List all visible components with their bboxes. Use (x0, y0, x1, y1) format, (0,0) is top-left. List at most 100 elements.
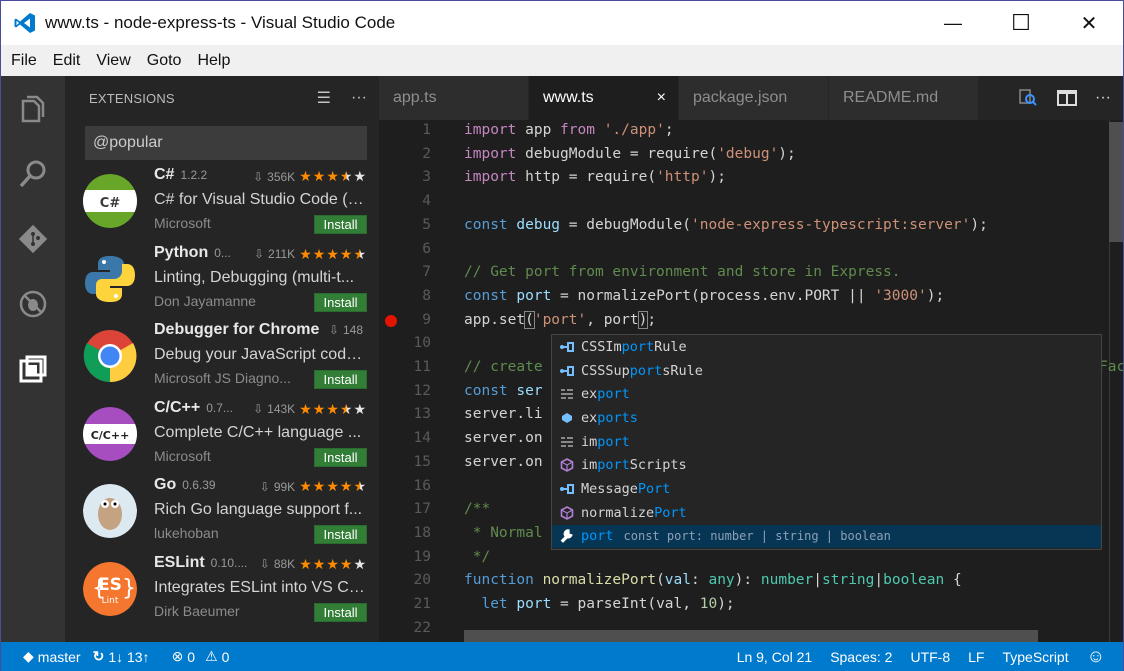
code-line[interactable]: 5 const debug = debugModule('node-express… (379, 214, 1109, 238)
suggestion-item[interactable]: importScripts (552, 453, 1101, 477)
activity-debug[interactable] (1, 271, 65, 336)
star-full-icon: ★ (339, 245, 354, 262)
label-match: port (621, 338, 655, 355)
star-full-icon: ★ (326, 555, 340, 572)
code-line[interactable]: 1 import app from './app'; (379, 120, 1109, 143)
install-button[interactable]: Install (314, 370, 367, 389)
menu-file[interactable]: File (3, 52, 45, 70)
maximize-button[interactable]: ☐ (987, 1, 1055, 45)
code-line[interactable]: 2 import debugModule = require('debug'); (379, 143, 1109, 167)
code-line[interactable]: 20 function normalizePort(val: any): numb… (379, 569, 1109, 593)
line-number: 21 (413, 596, 431, 612)
more-actions-icon[interactable]: ··· (351, 89, 367, 107)
code-token: ): (734, 572, 761, 589)
menu-help[interactable]: Help (189, 52, 238, 70)
suggestion-item[interactable]: CSSImportRule (552, 335, 1101, 359)
language-mode[interactable]: TypeScript (1002, 649, 1068, 665)
code-line[interactable]: 4 (379, 190, 1109, 214)
install-button[interactable]: Install (314, 447, 367, 467)
cursor-position[interactable]: Ln 9, Col 21 (737, 649, 813, 665)
tab-www-ts[interactable]: www.ts × (529, 76, 679, 120)
code-text: import http = require('http'); (464, 166, 726, 190)
suggestion-item[interactable]: export (552, 382, 1101, 406)
extension-name: C/C++ (154, 398, 201, 416)
download-count: 211K (268, 247, 296, 261)
extension-name: C# (154, 166, 175, 183)
vertical-scrollbar[interactable] (1109, 120, 1123, 642)
code-line[interactable]: 8 const port = normalizePort(process.env.… (379, 285, 1109, 309)
extension-item[interactable]: Go 0.6.39 ⇩ 99K ★★★★★ Rich Go language s… (65, 474, 379, 552)
encoding[interactable]: UTF-8 (910, 649, 950, 665)
code-line[interactable]: 21 let port = parseInt(val, 10); (379, 593, 1109, 617)
rating-stars: ★★★★★ (299, 246, 367, 263)
code-token: ); (926, 287, 945, 304)
code-line[interactable]: 3 import http = require('http'); (379, 166, 1109, 190)
extension-logo: ES Lint{} (83, 561, 137, 616)
extension-item[interactable]: ES Lint{} ESLint 0.10.... ⇩ 88K ★★★★★ Int… (65, 552, 379, 630)
problems-status[interactable]: ⊗ 0 ⚠ 0 (172, 648, 230, 665)
split-editor-icon[interactable] (1057, 89, 1078, 107)
extension-item[interactable]: C# C# 1.2.2 ⇩ 356K ★★★★★ C# for Visual S… (65, 164, 379, 242)
code-text: import app from './app'; (464, 120, 674, 143)
tab-package-json[interactable]: package.json (679, 76, 829, 120)
error-count: 0 (187, 648, 196, 665)
menu-goto[interactable]: Goto (139, 52, 190, 70)
install-button[interactable]: Install (314, 215, 367, 234)
end-of-line[interactable]: LF (968, 649, 984, 665)
code-token: ; (664, 122, 674, 138)
code-line[interactable]: 22 (379, 617, 1109, 641)
close-window-button[interactable]: ✕ (1055, 1, 1123, 45)
minimize-button[interactable]: — (919, 1, 987, 45)
svg-text:C#: C# (100, 196, 121, 211)
label-match: Port (654, 504, 687, 521)
menu-view[interactable]: View (88, 52, 138, 70)
open-changes-icon[interactable] (1017, 87, 1039, 109)
extension-logo: C# (83, 174, 137, 228)
code-line[interactable]: 6 (379, 238, 1109, 262)
extension-item[interactable]: C/C++ C/C++ 0.7... ⇩ 143K ★★★★★ Complete… (65, 397, 379, 475)
install-button[interactable]: Install (314, 525, 367, 544)
label-prefix: Message (581, 480, 638, 497)
scrollbar-thumb[interactable] (1109, 122, 1123, 242)
code-token: = debugModule( (560, 216, 691, 233)
install-button[interactable]: Install (314, 602, 367, 622)
install-button[interactable]: Install (314, 292, 367, 312)
close-tab-icon[interactable]: × (657, 89, 666, 107)
suggestion-item[interactable]: normalizePort (552, 501, 1101, 525)
suggestion-item[interactable]: MessagePort (552, 477, 1101, 501)
extension-item[interactable]: Debugger for Chrome ⇩ 148 Debug your Jav… (65, 319, 379, 397)
code-line[interactable]: 7 // Get port from environment and store … (379, 261, 1109, 285)
menu-edit[interactable]: Edit (45, 52, 89, 70)
suggestion-label: CSSImportRule (581, 339, 687, 355)
extension-item[interactable]: Python 0... ⇩ 211K ★★★★★ Linting, Debugg… (65, 242, 379, 320)
activity-git[interactable] (1, 206, 65, 271)
feedback-smiley-icon[interactable]: ☺ (1087, 646, 1105, 667)
sync-status[interactable]: ↻ 1↓ 13↑ (93, 648, 150, 665)
clear-extensions-icon[interactable]: ☰ (317, 88, 331, 108)
label-suffix: Rule (654, 338, 687, 355)
tab-readme-md[interactable]: README.md (829, 76, 979, 120)
activity-extensions[interactable] (1, 336, 65, 401)
code-token: 10 (699, 596, 718, 612)
rating-stars: ★★★★★ (299, 478, 367, 495)
code-token: boolean (883, 572, 945, 589)
extensions-search-input[interactable] (85, 126, 367, 160)
extensions-icon (19, 355, 47, 382)
code-line[interactable]: 9 app.set('port', port); (379, 309, 1109, 333)
star-full-icon: ★ (339, 478, 354, 494)
suggestion-item[interactable]: port const port: number | string | boolea… (552, 524, 1101, 549)
extension-logo (83, 251, 137, 306)
suggestion-item[interactable]: CSSSupportsRule (552, 359, 1101, 383)
suggestion-item[interactable]: exports (552, 406, 1101, 430)
activity-explorer[interactable] (1, 76, 65, 141)
activity-search[interactable] (1, 141, 65, 206)
tab-app-ts[interactable]: app.ts (379, 76, 529, 120)
editor-more-icon[interactable]: ··· (1095, 89, 1111, 107)
suggestion-item[interactable]: import (552, 430, 1101, 454)
line-number: 15 (413, 453, 431, 470)
git-branch[interactable]: ◆ master (23, 648, 81, 665)
explorer-icon (21, 95, 45, 122)
label-match: ports (597, 409, 638, 426)
indentation[interactable]: Spaces: 2 (830, 649, 892, 665)
code-token: ); (970, 216, 988, 233)
